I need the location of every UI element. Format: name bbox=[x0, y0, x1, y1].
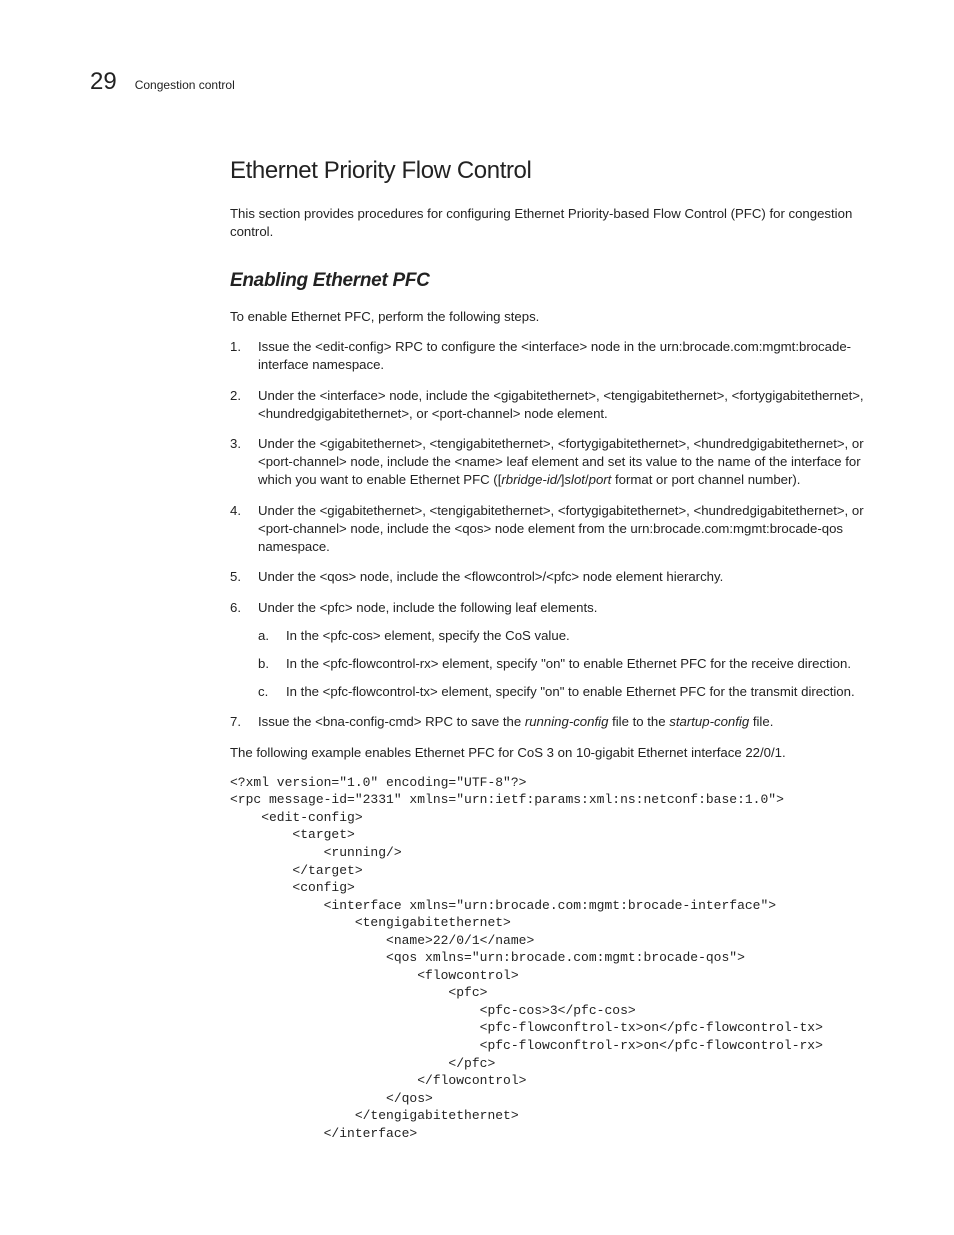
intro-paragraph: This section provides procedures for con… bbox=[230, 205, 864, 241]
code-block: <?xml version="1.0" encoding="UTF-8"?> <… bbox=[230, 774, 864, 1142]
main-content: Ethernet Priority Flow Control This sect… bbox=[230, 154, 864, 1142]
step-text: format or port channel number). bbox=[611, 472, 800, 487]
step-item: Under the <interface> node, include the … bbox=[230, 387, 864, 423]
step-text: Issue the <bna-config-cmd> RPC to save t… bbox=[258, 714, 525, 729]
step-text: file. bbox=[749, 714, 773, 729]
term: slot bbox=[564, 472, 585, 487]
substep-item: In the <pfc-flowcontrol-rx> element, spe… bbox=[258, 655, 864, 673]
section-label: Congestion control bbox=[135, 77, 235, 94]
step-list: Issue the <edit-config> RPC to configure… bbox=[230, 338, 864, 732]
example-intro: The following example enables Ethernet P… bbox=[230, 744, 864, 762]
step-item: Under the <gigabitethernet>, <tengigabit… bbox=[230, 502, 864, 557]
substep-list: In the <pfc-cos> element, specify the Co… bbox=[258, 627, 864, 702]
page-number: 29 bbox=[90, 65, 117, 98]
subsection-title: Enabling Ethernet PFC bbox=[230, 268, 864, 294]
step-item: Under the <gigabitethernet>, <tengigabit… bbox=[230, 435, 864, 490]
step-item: Issue the <bna-config-cmd> RPC to save t… bbox=[230, 713, 864, 731]
subsection-intro: To enable Ethernet PFC, perform the foll… bbox=[230, 308, 864, 326]
page-header: 29 Congestion control bbox=[90, 65, 864, 98]
step-item: Issue the <edit-config> RPC to configure… bbox=[230, 338, 864, 374]
term: running-config bbox=[525, 714, 609, 729]
term: port bbox=[589, 472, 612, 487]
step-item: Under the <qos> node, include the <flowc… bbox=[230, 568, 864, 586]
substep-item: In the <pfc-cos> element, specify the Co… bbox=[258, 627, 864, 645]
step-item: Under the <pfc> node, include the follow… bbox=[230, 599, 864, 702]
term: startup-config bbox=[669, 714, 749, 729]
term: rbridge-id/ bbox=[501, 472, 560, 487]
page-title: Ethernet Priority Flow Control bbox=[230, 154, 864, 187]
substep-item: In the <pfc-flowcontrol-tx> element, spe… bbox=[258, 683, 864, 701]
step-text: file to the bbox=[608, 714, 669, 729]
step-text: Under the <pfc> node, include the follow… bbox=[258, 600, 597, 615]
